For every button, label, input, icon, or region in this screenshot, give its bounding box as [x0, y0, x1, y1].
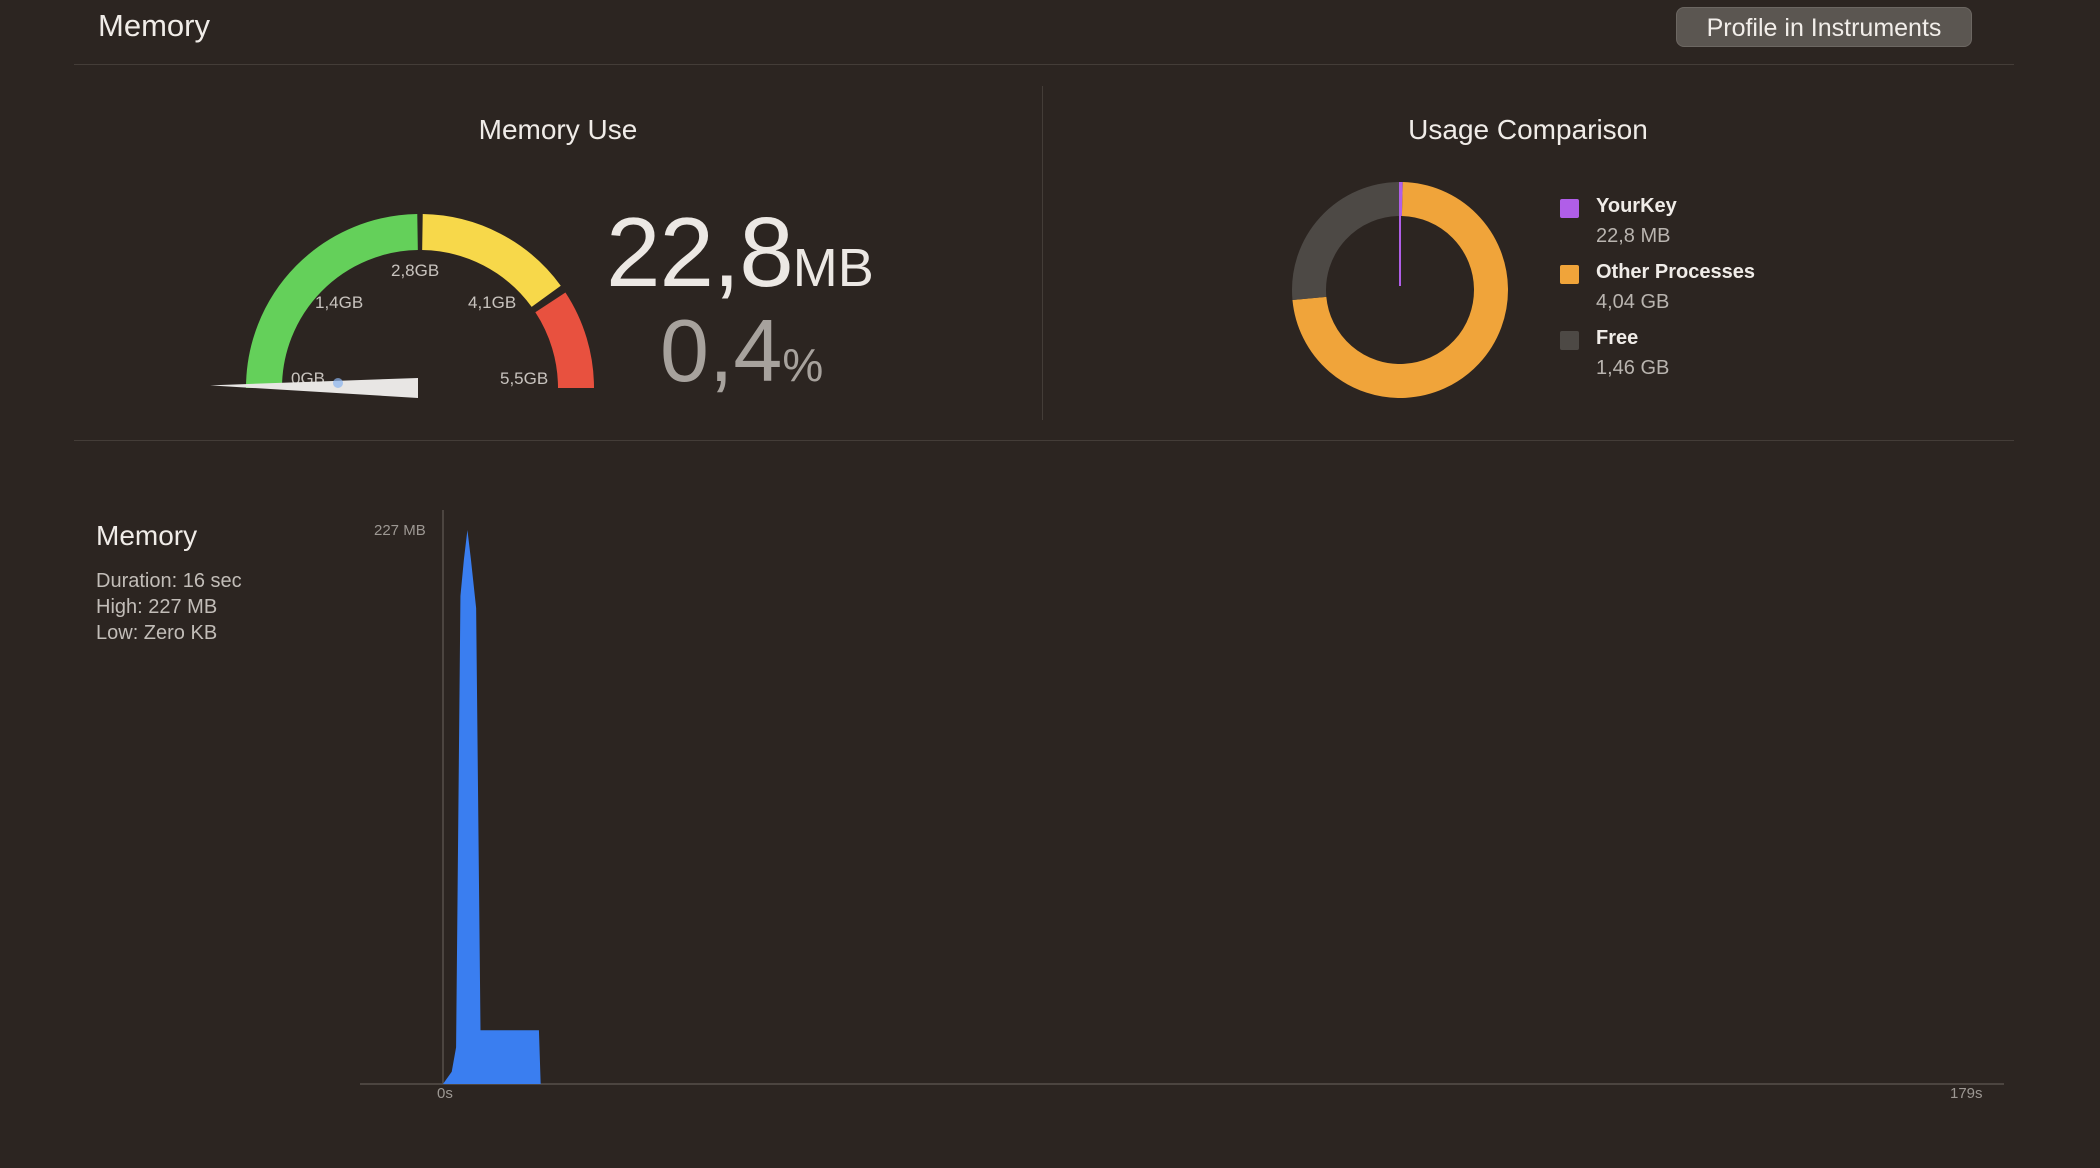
legend-value: 22,8 MB: [1596, 225, 1671, 247]
panel-divider: [1042, 86, 1043, 420]
gauge-red-segment: [535, 292, 594, 389]
memory-percent: 0,4%: [660, 300, 823, 402]
memory-graph-title: Memory: [96, 520, 198, 551]
gauge-needle-marker: [333, 378, 343, 388]
memory-area-series: [443, 530, 541, 1084]
header-divider: [74, 64, 2014, 65]
usage-donut: [1292, 181, 1508, 398]
legend-swatch: [1560, 199, 1579, 218]
section-divider: [74, 440, 2014, 441]
page-title: Memory: [98, 8, 210, 43]
x-end-label: 179s: [1950, 1085, 1983, 1100]
high-text: High: 227 MB: [96, 596, 218, 618]
legend-value: 4,04 GB: [1596, 291, 1670, 313]
gauge-tick-label: 5,5GB: [500, 369, 548, 388]
memory-gauge: 0GB 1,4GB 2,8GB 4,1GB 5,5GB: [210, 214, 594, 398]
legend-swatch: [1560, 331, 1579, 350]
legend-name: YourKey: [1596, 195, 1677, 217]
x-start-label: 0s: [437, 1085, 453, 1100]
usage-comparison-title: Usage Comparison: [1408, 114, 1648, 145]
legend-name: Other Processes: [1596, 261, 1755, 283]
profile-in-instruments-button[interactable]: Profile in Instruments: [1676, 7, 1972, 47]
legend-name: Free: [1596, 327, 1639, 349]
gauge-yellow-segment: [421, 214, 561, 308]
y-max-label: 227 MB: [374, 522, 426, 539]
memory-graph: 227 MB 0s 179s: [360, 510, 2004, 1100]
memory-use-title: Memory Use: [478, 114, 638, 145]
legend-value: 1,46 GB: [1596, 357, 1670, 379]
duration-text: Duration: 16 sec: [96, 570, 242, 592]
gauge-tick-label: 4,1GB: [468, 293, 516, 312]
memory-percent-unit: %: [782, 339, 824, 391]
memory-percent-number: 0,4: [660, 301, 783, 400]
gauge-tick-label: 2,8GB: [391, 261, 439, 280]
memory-value-number: 22,8: [606, 197, 794, 307]
memory-graph-stats: Duration: 16 sec High: 227 MB Low: Zero …: [96, 568, 242, 646]
gauge-tick-label: 1,4GB: [315, 293, 363, 312]
memory-value-unit: MB: [792, 238, 874, 298]
legend-swatch: [1560, 265, 1579, 284]
donut-slice-free: [1292, 182, 1401, 300]
memory-use-value: 22,8MB: [606, 196, 874, 309]
low-text: Low: Zero KB: [96, 622, 218, 644]
